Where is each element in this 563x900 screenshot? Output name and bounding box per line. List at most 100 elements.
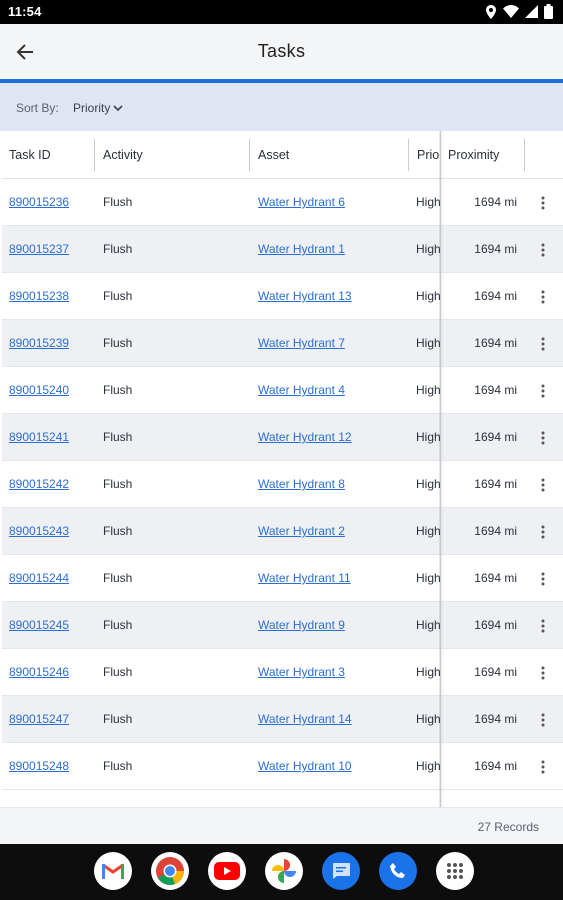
activity-cell: Flush [103,336,133,350]
row-menu-button[interactable] [532,508,554,554]
phone-icon[interactable] [379,852,417,890]
priority-cell: High [416,759,441,773]
status-bar: 11:54 [0,0,563,24]
more-vertical-icon [541,243,545,257]
chrome-icon[interactable] [151,852,189,890]
asset-link[interactable]: Water Hydrant 4 [258,383,345,397]
activity-cell: Flush [103,759,133,773]
tasks-table[interactable]: Task ID Activity Asset Prio Proximity 89… [2,131,563,807]
asset-link[interactable]: Water Hydrant 1 [258,242,345,256]
priority-cell: High [416,712,441,726]
column-header-asset[interactable]: Asset [251,131,408,179]
signal-icon [525,5,538,18]
proximity-cell: 1694 mi [474,665,517,679]
task-id-link[interactable]: 890015240 [9,383,69,397]
asset-link[interactable]: Water Hydrant 9 [258,618,345,632]
task-id-link[interactable]: 890015237 [9,242,69,256]
sort-dropdown[interactable]: Priority [73,101,123,115]
column-divider[interactable] [249,139,250,171]
task-id-link[interactable]: 890015243 [9,524,69,538]
table-row[interactable]: 890015241 Flush Water Hydrant 12 High 1694 m… [2,414,563,461]
gmail-icon[interactable] [94,852,132,890]
asset-link[interactable]: Water Hydrant 8 [258,477,345,491]
more-vertical-icon [541,337,545,351]
column-header-task-id[interactable]: Task ID [2,131,94,179]
row-menu-button[interactable] [532,320,554,366]
table-row[interactable]: 890015236 Flush Water Hydrant 6 High 1694 mi [2,179,563,226]
table-row[interactable]: 890015243 Flush Water Hydrant 2 High 1694 mi [2,508,563,555]
app-drawer-icon[interactable] [436,852,474,890]
row-menu-button[interactable] [532,555,554,601]
table-row[interactable]: 890015242 Flush Water Hydrant 8 High 1694 mi [2,461,563,508]
task-id-link[interactable]: 890015242 [9,477,69,491]
column-divider[interactable] [94,139,95,171]
column-header-proximity[interactable]: Proximity [441,131,523,179]
table-row[interactable]: 890015239 Flush Water Hydrant 7 High 1694 mi [2,320,563,367]
row-menu-button[interactable] [532,414,554,460]
task-id-link[interactable]: 890015248 [9,759,69,773]
asset-link[interactable]: Water Hydrant 6 [258,195,345,209]
asset-link[interactable]: Water Hydrant 14 [258,712,352,726]
priority-cell: High [416,289,441,303]
proximity-cell: 1694 mi [474,383,517,397]
priority-cell: High [416,618,441,632]
asset-link[interactable]: Water Hydrant 12 [258,430,352,444]
row-menu-button[interactable] [532,649,554,695]
more-vertical-icon [541,713,545,727]
asset-link[interactable]: Water Hydrant 13 [258,289,352,303]
task-id-link[interactable]: 890015245 [9,618,69,632]
column-header-activity[interactable]: Activity [96,131,249,179]
more-vertical-icon [541,196,545,210]
row-menu-button[interactable] [532,226,554,272]
task-id-link[interactable]: 890015236 [9,195,69,209]
row-menu-button[interactable] [532,696,554,742]
table-header: Task ID Activity Asset Prio Proximity [2,131,563,179]
activity-cell: Flush [103,195,133,209]
row-menu-button[interactable] [532,273,554,319]
table-row[interactable]: 890015247 Flush Water Hydrant 14 High 1694 m… [2,696,563,743]
activity-cell: Flush [103,242,133,256]
row-menu-button[interactable] [532,367,554,413]
more-vertical-icon [541,384,545,398]
proximity-cell: 1694 mi [474,524,517,538]
activity-cell: Flush [103,383,133,397]
more-vertical-icon [541,619,545,633]
priority-cell: High [416,571,441,585]
row-menu-button[interactable] [532,602,554,648]
asset-link[interactable]: Water Hydrant 2 [258,524,345,538]
task-id-link[interactable]: 890015241 [9,430,69,444]
row-menu-button[interactable] [532,179,554,225]
column-divider[interactable] [408,139,409,171]
table-row[interactable]: 890015244 Flush Water Hydrant 11 High 1694 m… [2,555,563,602]
status-icons [485,4,553,19]
activity-cell: Flush [103,289,133,303]
table-footer: 27 Records [0,807,563,844]
column-divider[interactable] [524,139,525,171]
activity-cell: Flush [103,430,133,444]
asset-link[interactable]: Water Hydrant 11 [258,571,351,585]
activity-cell: Flush [103,665,133,679]
asset-link[interactable]: Water Hydrant 7 [258,336,345,350]
task-id-link[interactable]: 890015244 [9,571,69,585]
table-row[interactable]: 890015237 Flush Water Hydrant 1 High 1694 mi [2,226,563,273]
table-row[interactable]: 890015245 Flush Water Hydrant 9 High 1694 mi [2,602,563,649]
asset-link[interactable]: Water Hydrant 3 [258,665,345,679]
photos-icon[interactable] [265,852,303,890]
messages-icon[interactable] [322,852,360,890]
row-menu-button[interactable] [532,461,554,507]
row-menu-button[interactable] [532,743,554,789]
sort-value: Priority [73,101,111,115]
task-id-link[interactable]: 890015238 [9,289,69,303]
priority-cell: High [416,336,441,350]
task-id-link[interactable]: 890015247 [9,712,69,726]
table-row[interactable]: 890015248 Flush Water Hydrant 10 High 1694 m… [2,743,563,790]
table-row[interactable]: 890015238 Flush Water Hydrant 13 High 1694 m… [2,273,563,320]
task-id-link[interactable]: 890015239 [9,336,69,350]
table-row[interactable]: 890015246 Flush Water Hydrant 3 High 1694 mi [2,649,563,696]
youtube-icon[interactable] [208,852,246,890]
asset-link[interactable]: Water Hydrant 10 [258,759,352,773]
column-header-priority[interactable]: Prio [410,131,440,179]
task-id-link[interactable]: 890015246 [9,665,69,679]
table-row[interactable]: 890015240 Flush Water Hydrant 4 High 1694 mi [2,367,563,414]
proximity-cell: 1694 mi [474,195,517,209]
